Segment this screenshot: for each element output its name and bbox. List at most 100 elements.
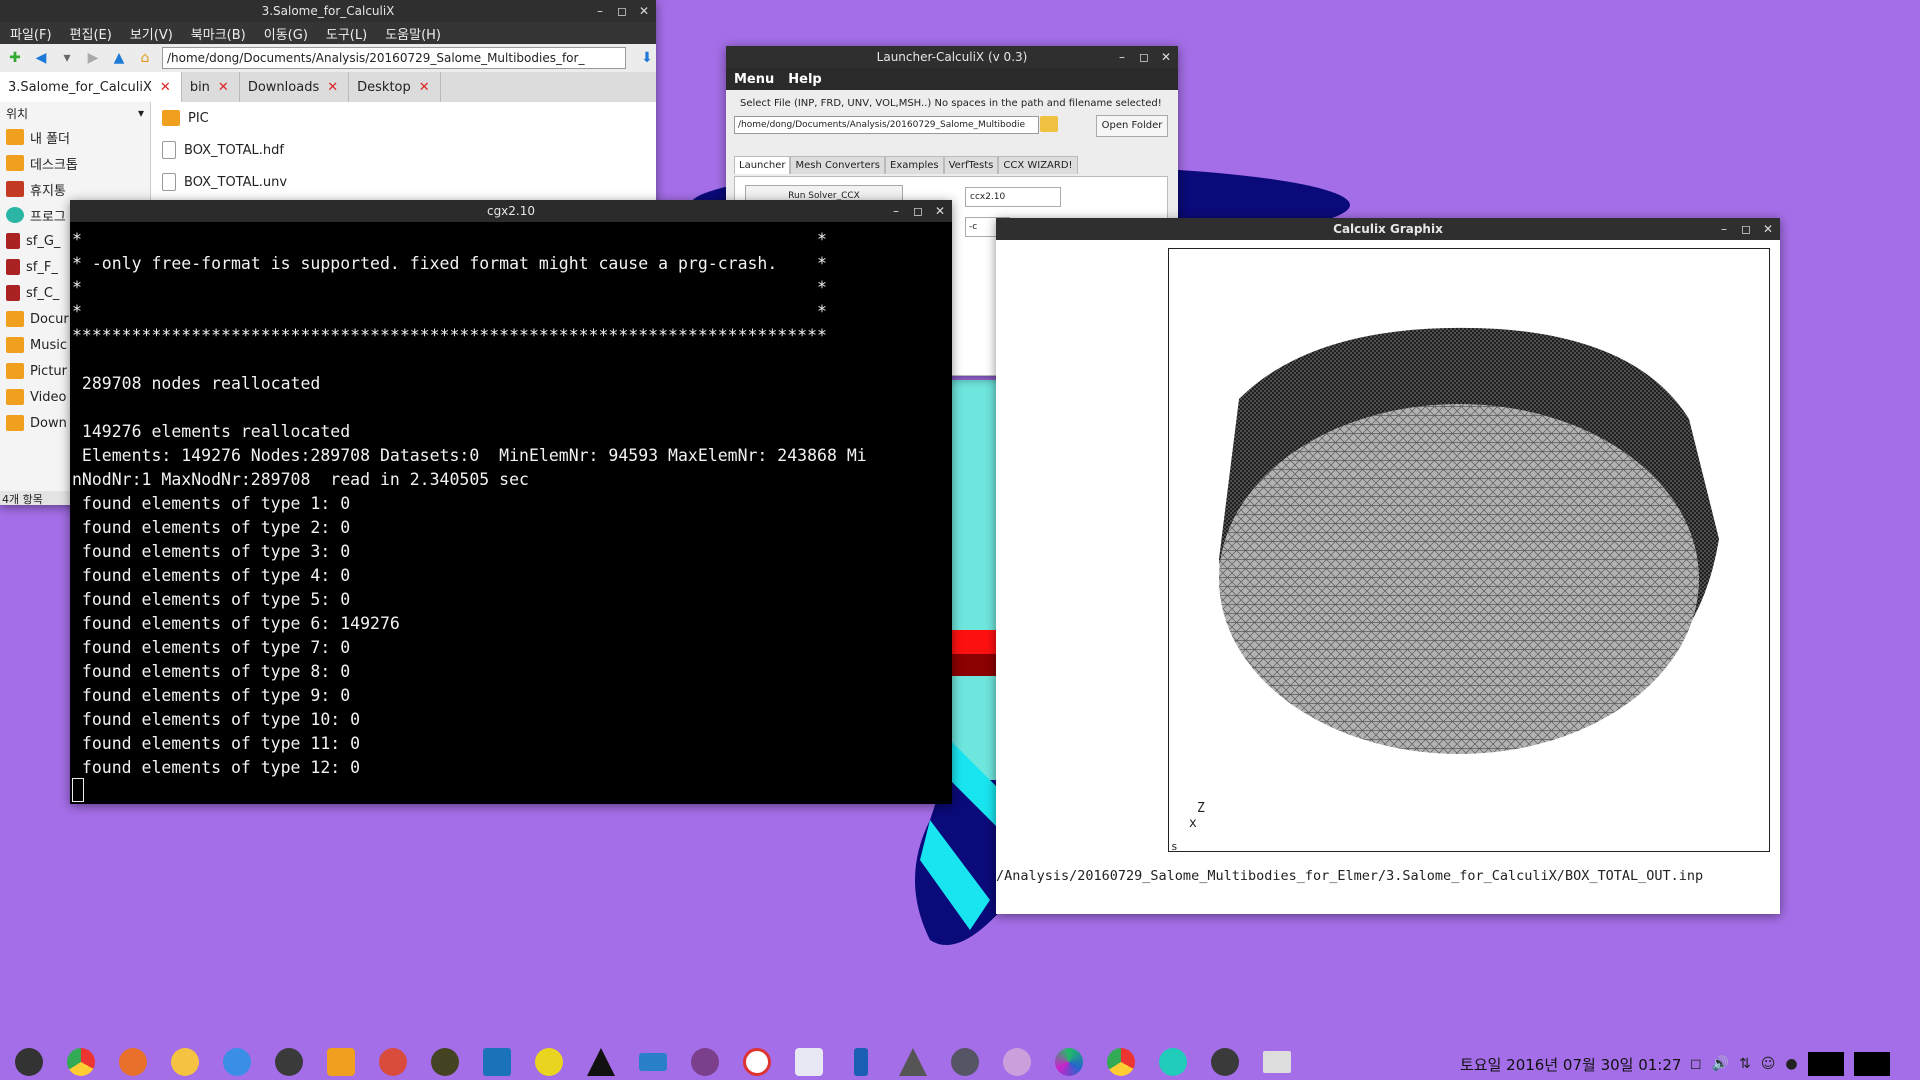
menu-edit[interactable]: 편집(E) (70, 24, 112, 43)
cpu-graph-icon[interactable] (1807, 1052, 1844, 1076)
triangle-app-icon[interactable] (584, 1045, 618, 1079)
file-item-pic[interactable]: PIC (150, 102, 656, 134)
menu-file[interactable]: 파일(F) (10, 24, 52, 43)
sidebar-item-desktop[interactable]: 데스크톱 (0, 150, 150, 176)
new-tab-icon[interactable]: ✚ (6, 49, 24, 67)
maximize-icon[interactable]: ◻ (1138, 50, 1150, 64)
sidebar-item-trash[interactable]: 휴지통 (0, 176, 150, 202)
menu-go[interactable]: 이동(G) (264, 24, 308, 43)
maximize-icon[interactable]: ◻ (616, 4, 628, 18)
open-folder-button[interactable]: Open Folder (1096, 115, 1168, 137)
files-icon[interactable] (324, 1045, 358, 1079)
terminal-icon[interactable] (272, 1045, 306, 1079)
chrome-icon[interactable] (64, 1045, 98, 1079)
chrome-2-icon[interactable] (1104, 1045, 1138, 1079)
minimize-icon[interactable]: – (1116, 50, 1128, 64)
tab-mesh-converters[interactable]: Mesh Converters (790, 156, 886, 174)
app-menu-icon[interactable] (12, 1045, 46, 1079)
close-icon[interactable]: ✕ (1762, 222, 1774, 236)
launcher-titlebar[interactable]: Launcher-CalculiX (v 0.3) – ◻ ✕ (726, 46, 1178, 68)
menu-menu[interactable]: Menu (734, 72, 774, 87)
close-tab-icon[interactable]: ✕ (160, 80, 171, 95)
window-list-icon[interactable] (1260, 1045, 1294, 1079)
tab-desktop[interactable]: Desktop ✕ (349, 72, 441, 102)
drive-icon (6, 285, 20, 301)
file-manager-tabs: 3.Salome_for_CalculiX ✕ bin ✕ Downloads ✕ D… (0, 72, 656, 102)
refresh-app-icon[interactable] (740, 1045, 774, 1079)
spiral-app-icon[interactable] (1052, 1045, 1086, 1079)
calc-app-icon[interactable] (948, 1045, 982, 1079)
toggle-icon[interactable]: ◻ (1690, 1056, 1702, 1072)
volume-icon[interactable]: 🔊 (1712, 1056, 1729, 1072)
firefox-icon[interactable] (116, 1045, 150, 1079)
grid-app-icon[interactable] (428, 1045, 462, 1079)
memory-graph-icon[interactable] (1853, 1052, 1890, 1076)
brave-icon[interactable] (168, 1045, 202, 1079)
close-tab-icon[interactable]: ✕ (218, 80, 229, 95)
file-manager-titlebar[interactable]: 3.Salome_for_CalculiX – ◻ ✕ (0, 0, 656, 22)
monitor-app-icon[interactable] (1156, 1045, 1190, 1079)
sidebar-item-home[interactable]: 내 폴더 (0, 124, 150, 150)
videos-folder-icon (6, 389, 24, 405)
sidebar-item-label: 휴지통 (30, 183, 66, 199)
tab-examples[interactable]: Examples (885, 156, 944, 174)
graphix-titlebar[interactable]: Calculix Graphix – ◻ ✕ (996, 218, 1780, 240)
tab-verftests[interactable]: VerfTests (943, 156, 999, 174)
close-icon[interactable]: ✕ (1160, 50, 1172, 64)
terminal-titlebar[interactable]: cgx2.10 – ◻ ✕ (70, 200, 952, 222)
browser-icon[interactable] (220, 1045, 254, 1079)
folder-icon (6, 311, 24, 327)
close-tab-icon[interactable]: ✕ (419, 80, 430, 95)
close-icon[interactable]: ✕ (934, 204, 946, 218)
minimize-icon[interactable]: – (594, 4, 606, 18)
back-icon[interactable]: ◀ (32, 49, 50, 67)
menu-help[interactable]: Help (788, 72, 821, 87)
mesh-model (1219, 327, 1719, 754)
editor-e-icon[interactable] (844, 1045, 878, 1079)
menu-tools[interactable]: 도구(L) (326, 24, 367, 43)
stripes-app-icon[interactable] (532, 1045, 566, 1079)
tab-launcher[interactable]: Launcher (734, 156, 791, 174)
help-app-icon[interactable] (688, 1045, 722, 1079)
file-item-hdf[interactable]: BOX_TOTAL.hdf (150, 134, 656, 166)
menu-help[interactable]: 도움말(H) (385, 24, 441, 43)
input-file-path[interactable]: /home/dong/Documents/Analysis/20160729_S… (734, 116, 1039, 134)
network-icon[interactable]: ⇅ (1739, 1056, 1751, 1072)
browse-folder-icon[interactable] (1040, 116, 1058, 132)
history-dropdown-icon[interactable]: ▾ (58, 49, 76, 67)
solver-select[interactable]: ccx2.10 (965, 187, 1061, 207)
tab-downloads[interactable]: Downloads ✕ (240, 72, 350, 102)
tab-salome[interactable]: 3.Salome_for_CalculiX ✕ (0, 72, 182, 102)
salome-icon[interactable] (480, 1045, 514, 1079)
minimize-icon[interactable]: – (890, 204, 902, 218)
clock[interactable]: 토요일 2016년 07월 30일 01:27 (1460, 1054, 1681, 1075)
places-heading[interactable]: 위치 ▾ (0, 102, 150, 124)
document-app-icon[interactable] (1000, 1045, 1034, 1079)
mesh-viewport[interactable]: Z x s (1168, 248, 1770, 853)
file-item-unv[interactable]: BOX_TOTAL.unv (150, 166, 656, 198)
minimize-icon[interactable]: – (1718, 222, 1730, 236)
user-icon[interactable]: ☺ (1761, 1056, 1776, 1072)
sync-icon[interactable] (376, 1045, 410, 1079)
chevron-down-icon[interactable]: ▾ (138, 106, 144, 120)
path-input[interactable]: /home/dong/Documents/Analysis/20160729_S… (162, 47, 626, 69)
up-icon[interactable]: ▲ (110, 49, 128, 67)
warning-app-icon[interactable] (896, 1045, 930, 1079)
terminal-window[interactable]: cgx2.10 – ◻ ✕ * * * -only free-format is… (70, 200, 952, 804)
close-tab-icon[interactable]: ✕ (327, 80, 338, 95)
go-icon[interactable]: ⬇ (638, 49, 656, 67)
maximize-icon[interactable]: ◻ (912, 204, 924, 218)
forward-icon[interactable]: ▶ (84, 49, 102, 67)
tab-bin[interactable]: bin ✕ (182, 72, 240, 102)
chat-icon[interactable]: ● (1785, 1056, 1797, 1072)
menu-view[interactable]: 보기(V) (130, 24, 173, 43)
settings-app-icon[interactable] (792, 1045, 826, 1079)
tab-ccx-wizard[interactable]: CCX WIZARD! (998, 156, 1078, 174)
home-icon[interactable]: ⌂ (136, 49, 154, 67)
menu-bookmarks[interactable]: 북마크(B) (191, 24, 246, 43)
maximize-icon[interactable]: ◻ (1740, 222, 1752, 236)
sidebar-item-label: sf_C_ (26, 285, 60, 301)
terminal-2-icon[interactable] (1208, 1045, 1242, 1079)
window-app-icon[interactable] (636, 1045, 670, 1079)
close-icon[interactable]: ✕ (638, 4, 650, 18)
